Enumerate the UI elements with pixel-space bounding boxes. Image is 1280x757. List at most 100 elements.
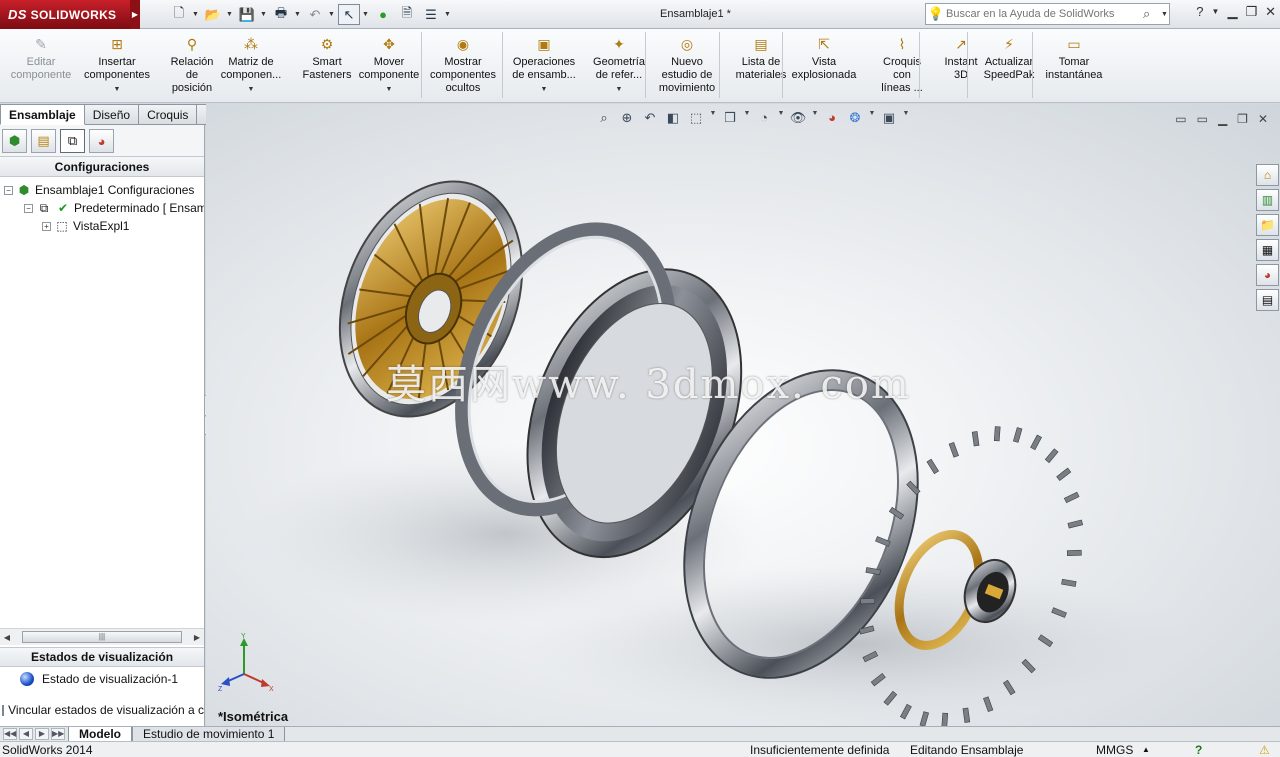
- graphics-area[interactable]: 莫西网www. 3dmox. com ⌕ ⊕ ↶ ◧ ⬚ ▼ ❒ ▼ ◔ ▼ 👁 ▼ ◕…: [206, 104, 1280, 726]
- status-units[interactable]: MMGS: [1096, 743, 1133, 757]
- help-status-icon[interactable]: ?: [1195, 743, 1202, 757]
- insert-components-button[interactable]: ⊞ Insertar componentes ▼: [78, 35, 156, 96]
- search-dropdown-icon[interactable]: ▼: [1161, 11, 1169, 18]
- show-hidden-button[interactable]: ◉ Mostrar componentes ocultos: [424, 35, 502, 95]
- link-display-states-checkbox[interactable]: Vincular estados de visualización a c: [2, 703, 204, 717]
- ribbon-dropdown-icon[interactable]: ▼: [248, 83, 255, 96]
- first-tab-icon[interactable]: ◀◀: [3, 728, 17, 740]
- view-palette-icon[interactable]: ▦: [1256, 239, 1279, 261]
- help-search-input[interactable]: [946, 8, 1143, 20]
- undo-dropdown-icon[interactable]: ▼: [328, 4, 336, 25]
- orientation-dropdown-icon[interactable]: ▼: [743, 110, 751, 126]
- minimize-icon[interactable]: ▁: [1227, 4, 1237, 20]
- solidworks-logo[interactable]: DS SOLIDWORKS: [0, 0, 130, 29]
- help-icon[interactable]: ?: [1196, 4, 1203, 20]
- open-folder-icon[interactable]: 📂: [202, 4, 224, 25]
- previous-view-icon[interactable]: ↶: [640, 110, 660, 126]
- viewport-close-icon[interactable]: ✕: [1258, 112, 1268, 126]
- annotation-dropdown-icon[interactable]: ▼: [709, 110, 717, 126]
- configuration-manager-tab-icon[interactable]: ⧉: [60, 129, 85, 153]
- expand-toggle-icon[interactable]: +: [42, 221, 51, 231]
- options-icon[interactable]: ☰: [420, 4, 442, 25]
- edit-component-button[interactable]: ✎ Editar componente: [2, 35, 80, 82]
- last-tab-icon[interactable]: ▶▶: [51, 728, 65, 740]
- help-search-box[interactable]: 💡 ⌕ ▼: [925, 3, 1170, 25]
- close-icon[interactable]: ✕: [1265, 4, 1276, 20]
- view-settings-dropdown-icon[interactable]: ▼: [902, 110, 910, 126]
- search-icon[interactable]: ⌕: [1143, 6, 1161, 22]
- file-explorer-icon[interactable]: 📁: [1256, 214, 1279, 236]
- assembly-features-button[interactable]: ▣ Operaciones de ensamb... ▼: [505, 35, 583, 96]
- component-pattern-button[interactable]: ⁂ Matriz de componen... ▼: [212, 35, 290, 96]
- display-manager-tab-icon[interactable]: ◕: [89, 129, 114, 153]
- feature-manager-tab-icon[interactable]: ⬢: [2, 129, 27, 153]
- display-state-item[interactable]: Estado de visualización-1: [6, 670, 178, 688]
- tab-model[interactable]: Modelo: [68, 726, 132, 742]
- hide-show-dropdown-icon[interactable]: ▼: [811, 110, 819, 126]
- apply-scene-icon[interactable]: ❂: [845, 110, 865, 126]
- section-view-icon[interactable]: ◧: [663, 110, 683, 126]
- view-orientation-icon[interactable]: ❒: [720, 110, 740, 126]
- viewport-link-icon[interactable]: ▭: [1197, 112, 1208, 126]
- take-snapshot-button[interactable]: ▭ Tomar instantánea: [1035, 35, 1113, 82]
- appearances-scenes-icon[interactable]: ◕: [1256, 264, 1279, 286]
- zoom-to-fit-icon[interactable]: ⌕: [594, 110, 614, 126]
- viewport-split-icon[interactable]: ▭: [1175, 112, 1186, 126]
- ribbon-dropdown-icon[interactable]: ▼: [616, 83, 623, 96]
- save-dropdown-icon[interactable]: ▼: [260, 4, 268, 25]
- prev-tab-icon[interactable]: ◀: [19, 728, 33, 740]
- ribbon-dropdown-icon[interactable]: ▼: [541, 83, 548, 96]
- reference-triad[interactable]: Y X Z: [216, 632, 276, 692]
- dynamic-annotation-icon[interactable]: ⬚: [686, 110, 706, 126]
- edit-appearance-icon[interactable]: ◕: [822, 110, 842, 126]
- scene-dropdown-icon[interactable]: ▼: [868, 110, 876, 126]
- scroll-right-icon[interactable]: ▶: [190, 633, 204, 642]
- units-dropdown-icon[interactable]: ▲: [1142, 745, 1150, 754]
- exploded-view-button[interactable]: ⇱ Vista explosionada: [785, 35, 863, 82]
- file-properties-icon[interactable]: 🗎: [396, 4, 418, 25]
- notification-icon[interactable]: ⚠: [1259, 743, 1270, 757]
- zoom-to-area-icon[interactable]: ⊕: [617, 110, 637, 126]
- move-component-button[interactable]: ✥ Mover componente ▼: [350, 35, 428, 96]
- viewport-restore-icon[interactable]: ❐: [1237, 112, 1248, 126]
- tab-1[interactable]: Diseño: [84, 104, 140, 125]
- select-arrow-icon[interactable]: ↖: [338, 4, 360, 25]
- property-manager-tab-icon[interactable]: ▤: [31, 129, 56, 153]
- undo-icon[interactable]: ↶: [304, 4, 326, 25]
- next-tab-icon[interactable]: ▶: [35, 728, 49, 740]
- open-dropdown-icon[interactable]: ▼: [226, 4, 234, 25]
- save-icon[interactable]: 💾: [236, 4, 258, 25]
- collapse-toggle-icon[interactable]: −: [24, 203, 33, 213]
- display-style-icon[interactable]: ◔: [754, 110, 774, 126]
- viewport-minimize-icon[interactable]: ▁: [1218, 112, 1227, 126]
- hide-show-items-icon[interactable]: 👁: [788, 110, 808, 126]
- display-style-dropdown-icon[interactable]: ▼: [777, 110, 785, 126]
- tree-root[interactable]: − ⬢ Ensamblaje1 Configuraciones: [4, 181, 194, 199]
- design-library-icon[interactable]: ▥: [1256, 189, 1279, 211]
- traffic-light-rebuild-icon[interactable]: ●: [372, 4, 394, 25]
- tree-config-default[interactable]: − ⧉ ✔ Predeterminado [ Ensam: [24, 199, 204, 217]
- ribbon-dropdown-icon[interactable]: ▼: [386, 83, 393, 96]
- options-dropdown-icon[interactable]: ▼: [444, 4, 452, 25]
- custom-properties-icon[interactable]: ▤: [1256, 289, 1279, 311]
- scroll-left-icon[interactable]: ◀: [0, 633, 14, 642]
- tab-motion-study[interactable]: Estudio de movimiento 1: [132, 726, 286, 742]
- collapse-toggle-icon[interactable]: −: [4, 185, 13, 195]
- select-dropdown-icon[interactable]: ▼: [362, 4, 370, 25]
- help-dropdown-icon[interactable]: ▼: [1212, 4, 1220, 20]
- scroll-thumb[interactable]: |||: [22, 631, 182, 643]
- print-icon[interactable]: 🖶: [270, 4, 292, 25]
- tab-0[interactable]: Ensamblaje: [0, 104, 85, 125]
- ribbon-dropdown-icon[interactable]: ▼: [114, 83, 121, 96]
- print-dropdown-icon[interactable]: ▼: [294, 4, 302, 25]
- new-dropdown-icon[interactable]: ▼: [192, 4, 200, 25]
- view-settings-icon[interactable]: ▣: [879, 110, 899, 126]
- solidworks-resources-icon[interactable]: ⌂: [1256, 164, 1279, 186]
- tree-exploded-view[interactable]: + ⬚ VistaExpl1: [42, 217, 129, 235]
- new-motion-study-button[interactable]: ◎ Nuevo estudio de movimiento: [648, 35, 726, 95]
- checkbox-box[interactable]: [2, 704, 5, 716]
- reference-geometry-button[interactable]: ✦ Geometría de refer... ▼: [580, 35, 658, 96]
- horizontal-scrollbar[interactable]: ◀ ||| ▶: [0, 628, 204, 645]
- restore-icon[interactable]: ❐: [1245, 4, 1257, 20]
- new-document-icon[interactable]: 🗋: [168, 4, 190, 25]
